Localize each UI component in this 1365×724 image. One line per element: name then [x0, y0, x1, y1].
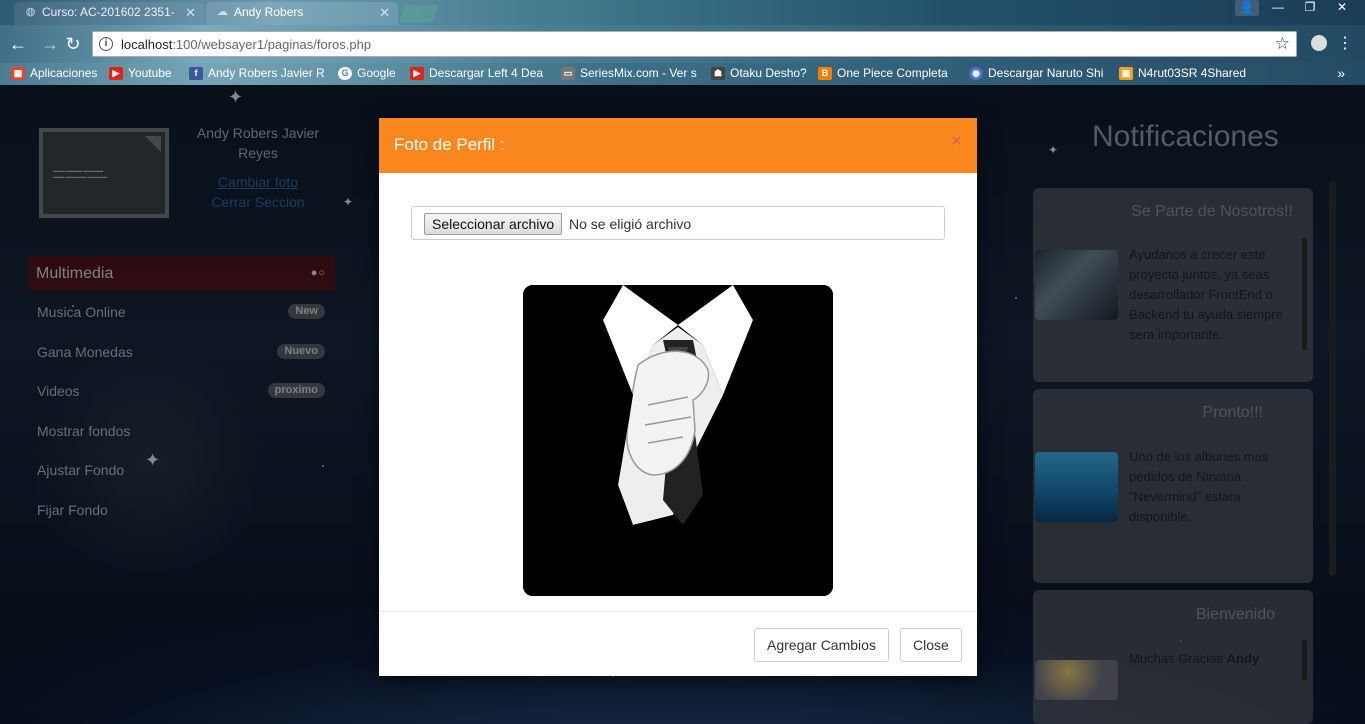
tab-title: Curso: AC-201602 2351- [42, 5, 175, 19]
choose-file-button[interactable]: Seleccionar archivo [424, 213, 563, 235]
address-bar[interactable]: i localhost:100/websayer1/paginas/foros.… [92, 31, 1297, 57]
bookmark-label: SeriesMix.com - Ver s [580, 66, 697, 80]
bookmark-label: Descargar Left 4 Dea [429, 66, 544, 80]
tv-icon: ▭ [561, 67, 575, 80]
globe-icon: ◉ [969, 67, 983, 80]
add-changes-button[interactable]: Agregar Cambios [754, 628, 889, 662]
bookmark-label: Aplicaciones [30, 66, 98, 80]
bookmark-label: Youtube [128, 66, 172, 80]
bookmarks-bar: ▦ Aplicaciones ▶ Youtube f Andy Robers J… [0, 63, 1365, 85]
bookmark-label: One Piece Completa [837, 66, 948, 80]
suit-tie-illustration [523, 285, 833, 596]
youtube-icon: ▶ [109, 67, 123, 80]
blogger-icon: B [818, 67, 832, 80]
restore-icon[interactable]: ❐ [1297, 0, 1323, 16]
info-icon[interactable]: i [99, 37, 113, 51]
reload-icon[interactable]: ↻ [62, 33, 84, 55]
bookmark-4shared[interactable]: ▣ N4rut03SR 4Shared [1119, 65, 1247, 83]
browser-tab-bar: ◍ Curso: AC-201602 2351- ✕ ☁ Andy Robers… [0, 0, 1365, 25]
youtube-icon: ▶ [410, 67, 424, 80]
bookmark-left4dead[interactable]: ▶ Descargar Left 4 Dea [410, 65, 547, 83]
new-tab-button[interactable] [398, 5, 440, 22]
close-window-icon[interactable]: ✕ [1329, 0, 1355, 16]
apps-grid-icon: ▦ [11, 67, 25, 80]
close-tab-icon[interactable]: ✕ [379, 2, 390, 23]
bookmark-label: Otaku Desho? [730, 66, 807, 80]
file-status-text: No se eligió archivo [569, 216, 692, 232]
browser-tab-curso[interactable]: ◍ Curso: AC-201602 2351- ✕ [14, 2, 204, 25]
google-icon: G [338, 67, 352, 80]
facebook-icon: f [189, 67, 203, 80]
modal-title: Foto de Perfil : [394, 135, 505, 154]
profile-icon[interactable]: 👤 [1235, 0, 1259, 16]
bookmark-label: Andy Robers Javier Re [208, 66, 325, 80]
cloud-icon: ☁ [217, 6, 228, 18]
bookmark-naruto[interactable]: ◉ Descargar Naruto Shi [969, 65, 1106, 83]
bookmark-label: Descargar Naruto Shi [988, 66, 1104, 80]
close-button[interactable]: Close [900, 628, 962, 662]
file-input[interactable]: Seleccionar archivo No se eligió archivo [411, 206, 945, 240]
more-bookmarks-icon[interactable]: » [1337, 65, 1345, 81]
bookmark-google[interactable]: G Google [338, 65, 400, 83]
minimize-icon[interactable]: — [1265, 0, 1291, 16]
otaku-icon: ☗ [711, 67, 725, 80]
bookmark-star-icon[interactable]: ☆ [1275, 34, 1290, 54]
tab-title: Andy Robers [234, 5, 304, 19]
bookmark-aplicaciones[interactable]: ▦ Aplicaciones [11, 65, 99, 83]
url-host: localhost [121, 37, 173, 52]
browser-tab-andy-robers[interactable]: ☁ Andy Robers ✕ [206, 2, 398, 25]
bookmark-otaku[interactable]: ☗ Otaku Desho? [711, 65, 807, 83]
moodle-icon: ◍ [25, 6, 36, 18]
modal-header: Foto de Perfil : × [379, 118, 977, 173]
url-path: :100/websayer1/paginas/foros.php [172, 37, 372, 52]
modal-footer: Agregar Cambios Close [379, 611, 977, 676]
bookmark-label: N4rut03SR 4Shared [1138, 66, 1247, 80]
forward-arrow-icon[interactable]: → [39, 33, 61, 55]
close-icon[interactable]: × [951, 131, 962, 153]
4shared-icon: ▣ [1119, 67, 1133, 80]
profile-preview-image [523, 285, 833, 596]
url-text: localhost:100/websayer1/paginas/foros.ph… [121, 37, 371, 52]
bookmark-onepiece[interactable]: B One Piece Completa [818, 65, 956, 83]
bookmark-label: Google [357, 66, 396, 80]
menu-dots-icon[interactable]: ⋮ [1337, 33, 1353, 55]
close-tab-icon[interactable]: ✕ [185, 2, 196, 23]
window-controls: 👤 — ❐ ✕ [1235, 0, 1355, 16]
bookmark-youtube[interactable]: ▶ Youtube [109, 65, 176, 83]
extension-icon[interactable] [1311, 35, 1327, 51]
back-arrow-icon[interactable]: ← [7, 33, 29, 55]
profile-photo-modal: Foto de Perfil : × Seleccionar archivo N… [379, 118, 977, 676]
bookmark-seriesmix[interactable]: ▭ SeriesMix.com - Ver s [561, 65, 697, 83]
browser-toolbar: ← → ↻ i localhost:100/websayer1/paginas/… [0, 25, 1365, 63]
bookmark-facebook[interactable]: f Andy Robers Javier Re [189, 65, 325, 83]
